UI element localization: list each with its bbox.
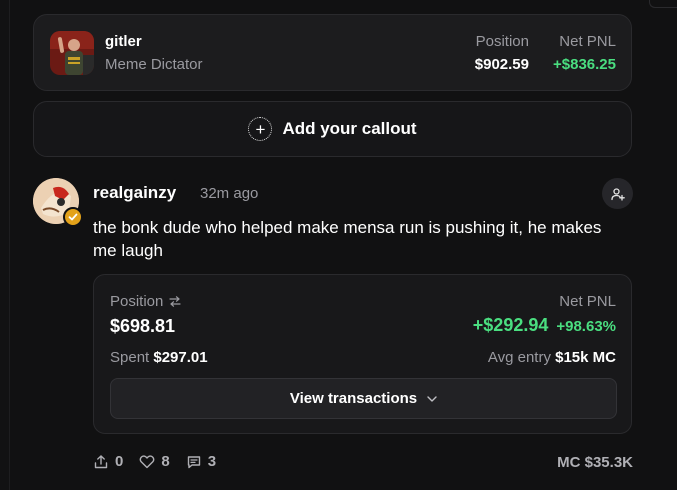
heart-icon [139, 454, 155, 469]
post-timestamp: 32m ago [200, 185, 259, 202]
left-divider [0, 0, 10, 490]
trader-subtitle: Meme Dictator [105, 56, 203, 73]
comment-icon [186, 454, 202, 470]
follow-user-button[interactable] [602, 178, 633, 209]
spent-row: Spent $297.01 [110, 349, 208, 366]
verified-check-icon [63, 207, 83, 227]
card-position-value: $698.81 [110, 316, 176, 336]
net-pnl-value: +$836.25 [553, 56, 616, 73]
position-label-row[interactable]: Position [110, 293, 181, 310]
trader-avatar [50, 31, 94, 75]
add-callout-label: Add your callout [282, 119, 417, 138]
view-transactions-label: View transactions [289, 390, 418, 407]
add-callout-button[interactable]: + Add your callout [33, 101, 632, 157]
top-right-edge [649, 0, 677, 8]
post-avatar[interactable] [33, 178, 83, 227]
net-pnl-label: Net PNL [559, 33, 616, 50]
like-count: 8 [161, 453, 170, 470]
card-pnl-amount: +$292.94 [472, 315, 549, 335]
swap-arrows-icon[interactable] [169, 296, 181, 307]
market-cap: MC $35.3K [557, 454, 633, 471]
view-transactions-button[interactable]: View transactions [110, 378, 617, 419]
add-user-icon [610, 187, 625, 201]
plus-circle-icon: + [248, 117, 273, 141]
card-pnl-label: Net PNL [559, 293, 616, 310]
like-button[interactable]: 8 [139, 453, 170, 470]
post-username[interactable]: realgainzy [93, 183, 176, 203]
post-body: the bonk dude who helped make mensa run … [93, 218, 602, 260]
comment-button[interactable]: 3 [186, 453, 216, 470]
trader-name[interactable]: gitler [105, 33, 142, 50]
pinned-trader-card[interactable]: gitler Meme Dictator Position $902.59 Ne… [33, 14, 632, 91]
post-actions: 0 8 3 [93, 453, 216, 470]
card-pnl: +$292.94 +98.63% [473, 315, 616, 336]
avg-entry-label: Avg entry [487, 349, 551, 366]
feed-panel: gitler Meme Dictator Position $902.59 Ne… [0, 0, 677, 490]
position-label: Position [475, 33, 529, 50]
share-button[interactable]: 0 [93, 453, 123, 470]
spent-label: Spent [110, 349, 150, 366]
position-value: $902.59 [474, 56, 529, 73]
spent-value: $297.01 [153, 349, 208, 366]
share-icon [93, 454, 109, 470]
avg-entry-value: $15k MC [555, 349, 616, 366]
chevron-down-icon [427, 395, 437, 402]
comment-count: 3 [207, 453, 217, 470]
position-card: Position $698.81 Net PNL +$292.94 +98.63… [93, 274, 632, 434]
card-pnl-percent: +98.63% [556, 318, 616, 335]
share-count: 0 [115, 453, 124, 470]
card-position-label: Position [110, 293, 164, 310]
avg-entry-row: Avg entry $15k MC [488, 349, 616, 366]
